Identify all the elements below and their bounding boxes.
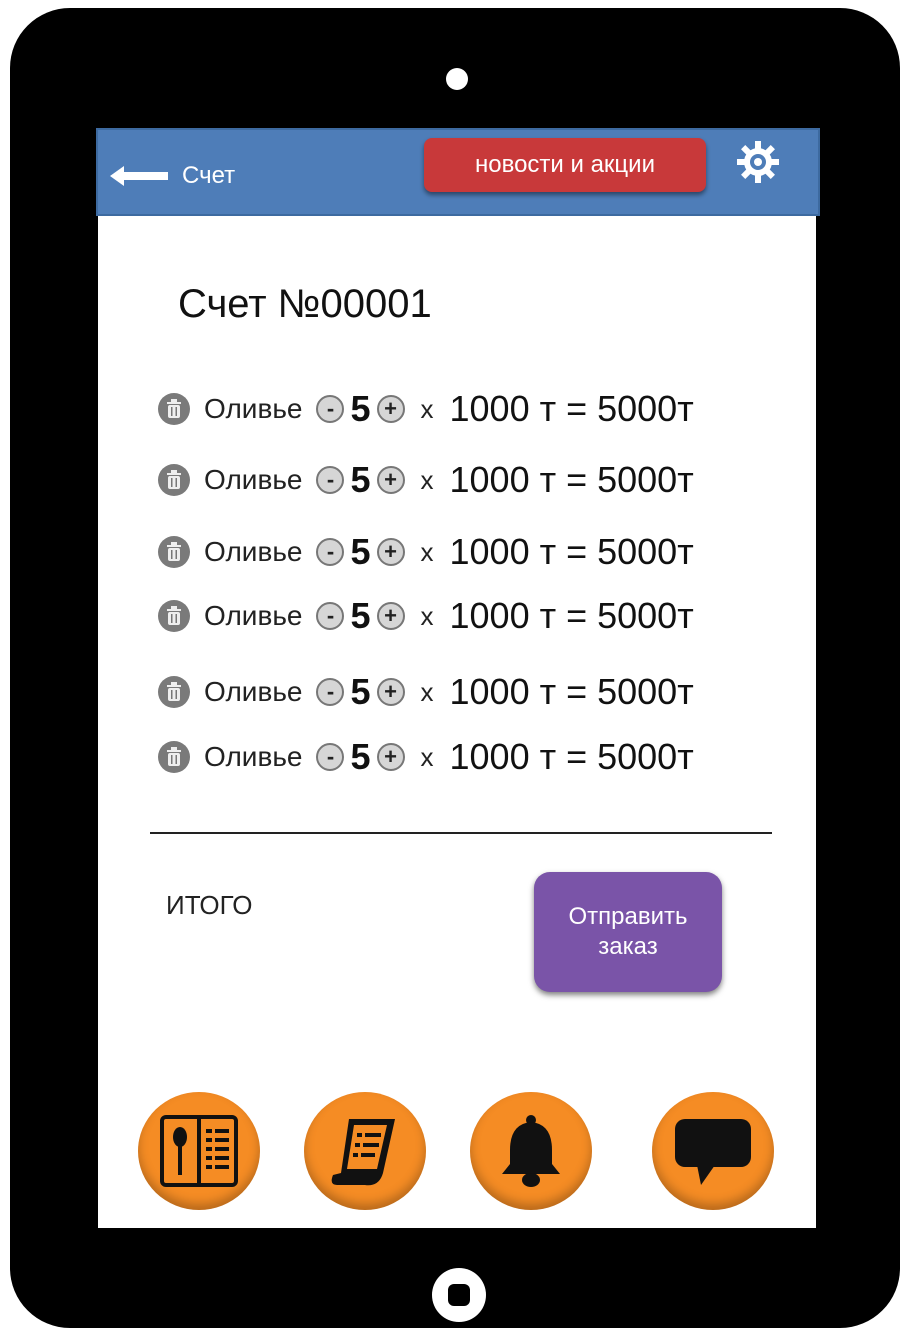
item-name: Оливье (204, 676, 303, 707)
increase-quantity-button[interactable]: + (376, 538, 405, 566)
bill-item-row: Оливье -5 + x 1000 т = 5000т (158, 385, 694, 433)
back-label[interactable]: Счет (182, 162, 235, 190)
item-quantity: 5 (350, 595, 371, 636)
menu-book-icon (160, 1115, 238, 1187)
decrease-quantity-button[interactable]: - (316, 466, 345, 494)
total-label: ИТОГО (166, 890, 253, 920)
bill-item-row: Оливье -5 + x 1000 т = 5000т (158, 592, 694, 640)
nav-notifications-button[interactable] (470, 1092, 592, 1210)
item-quantity: 5 (350, 736, 371, 777)
multiply-sign: x (420, 536, 434, 567)
submit-order-label: Отправить заказ (568, 903, 688, 960)
item-price-total: 1000 т = 5000т (449, 595, 694, 636)
bill-item-row: Оливье -5 + x 1000 т = 5000т (158, 733, 694, 781)
item-name: Оливье (204, 600, 303, 631)
bill-item-row: Оливье -5 + x 1000 т = 5000т (158, 456, 694, 504)
nav-chat-button[interactable] (652, 1092, 774, 1210)
bill-title: Счет №00001 (178, 282, 432, 326)
item-price-total: 1000 т = 5000т (449, 736, 694, 777)
item-price-total: 1000 т = 5000т (449, 459, 694, 500)
decrease-quantity-button[interactable]: - (316, 538, 345, 566)
decrease-quantity-button[interactable]: - (316, 602, 345, 630)
increase-quantity-button[interactable]: + (376, 466, 405, 494)
trash-icon[interactable] (158, 600, 190, 632)
multiply-sign: x (420, 464, 434, 495)
bill-item-row: Оливье -5 + x 1000 т = 5000т (158, 668, 694, 716)
item-name: Оливье (204, 393, 303, 424)
back-arrow-icon[interactable] (110, 166, 170, 186)
decrease-quantity-button[interactable]: - (316, 678, 345, 706)
item-quantity: 5 (350, 388, 371, 429)
bill-item-row: Оливье -5 + x 1000 т = 5000т (158, 528, 694, 576)
trash-icon[interactable] (158, 393, 190, 425)
item-quantity: 5 (350, 671, 371, 712)
bell-icon (502, 1115, 560, 1187)
multiply-sign: x (420, 393, 434, 424)
gear-icon[interactable] (736, 140, 780, 184)
nav-menu-button[interactable] (138, 1092, 260, 1210)
item-price-total: 1000 т = 5000т (449, 388, 694, 429)
divider (150, 832, 772, 834)
item-name: Оливье (204, 741, 303, 772)
item-quantity: 5 (350, 459, 371, 500)
home-button[interactable] (432, 1268, 486, 1322)
increase-quantity-button[interactable]: + (376, 602, 405, 630)
trash-icon[interactable] (158, 536, 190, 568)
item-price-total: 1000 т = 5000т (449, 671, 694, 712)
increase-quantity-button[interactable]: + (376, 678, 405, 706)
increase-quantity-button[interactable]: + (376, 743, 405, 771)
decrease-quantity-button[interactable]: - (316, 395, 345, 423)
item-price-total: 1000 т = 5000т (449, 531, 694, 572)
camera-dot (446, 68, 468, 90)
news-button[interactable]: новости и акции (424, 138, 706, 192)
receipt-icon (331, 1119, 395, 1186)
multiply-sign: x (420, 741, 434, 772)
nav-receipt-button[interactable] (304, 1092, 426, 1210)
trash-icon[interactable] (158, 676, 190, 708)
trash-icon[interactable] (158, 464, 190, 496)
chat-icon (675, 1119, 751, 1185)
multiply-sign: x (420, 600, 434, 631)
item-name: Оливье (204, 536, 303, 567)
increase-quantity-button[interactable]: + (376, 395, 405, 423)
top-bar: Счет новости и акции (96, 128, 820, 216)
submit-order-button[interactable]: Отправить заказ (534, 872, 722, 992)
multiply-sign: x (420, 676, 434, 707)
decrease-quantity-button[interactable]: - (316, 743, 345, 771)
item-quantity: 5 (350, 531, 371, 572)
trash-icon[interactable] (158, 741, 190, 773)
item-name: Оливье (204, 464, 303, 495)
